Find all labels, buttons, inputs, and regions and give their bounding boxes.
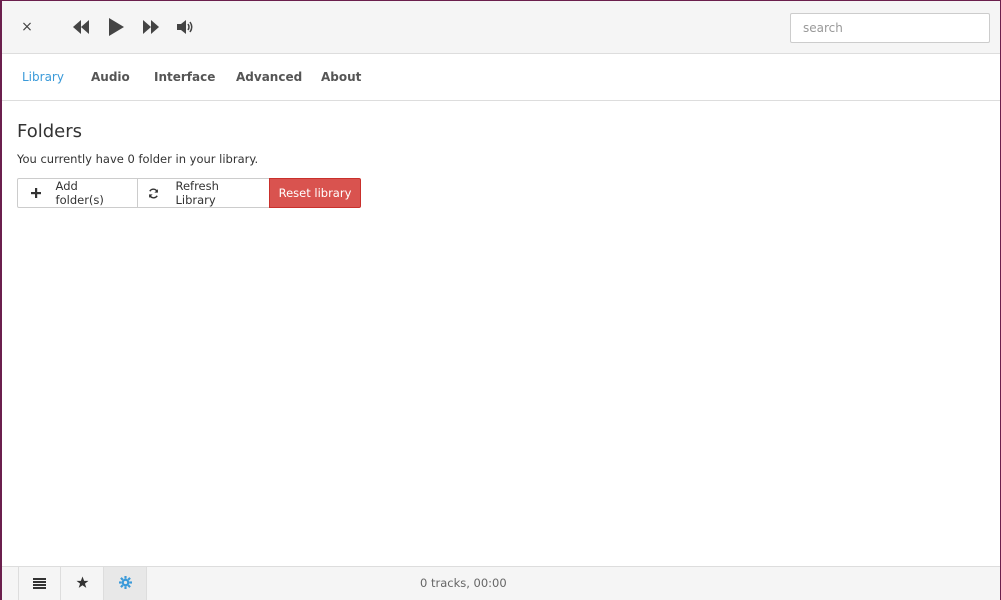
- close-icon[interactable]: ×: [18, 17, 36, 37]
- tab-audio[interactable]: Audio: [91, 70, 130, 84]
- refresh-library-label: Refresh Library: [175, 179, 219, 207]
- refresh-icon: [148, 187, 159, 199]
- footer-tab-favorites[interactable]: [61, 567, 104, 600]
- section-title: Folders: [17, 121, 83, 142]
- tab-interface[interactable]: Interface: [154, 70, 215, 84]
- plus-icon: [30, 187, 42, 199]
- star-icon: [76, 574, 89, 593]
- settings-tabs: Library Audio Interface Advanced About: [2, 54, 1000, 101]
- folder-count-text: You currently have 0 folder in your libr…: [17, 152, 259, 166]
- reset-library-label: Reset library: [278, 186, 352, 200]
- list-icon: [33, 574, 46, 593]
- footer-tab-library[interactable]: [18, 567, 61, 600]
- footer-tab-settings[interactable]: [104, 567, 147, 600]
- library-settings-panel: Folders You currently have 0 folder in y…: [2, 101, 1000, 567]
- add-folder-label: Add folder(s): [55, 179, 104, 207]
- tab-library[interactable]: Library: [22, 70, 64, 84]
- next-icon[interactable]: [140, 17, 162, 37]
- player-header: ×: [2, 1, 1000, 54]
- library-actions: Add folder(s) Refresh Library Reset libr…: [17, 178, 361, 208]
- search-input[interactable]: [790, 13, 990, 43]
- refresh-library-button[interactable]: Refresh Library: [137, 178, 270, 208]
- app-window: × Librar: [0, 0, 1001, 600]
- gear-icon: [118, 574, 132, 593]
- add-folder-button[interactable]: Add folder(s): [17, 178, 138, 208]
- previous-icon[interactable]: [70, 17, 92, 37]
- tab-about[interactable]: About: [321, 70, 361, 84]
- reset-library-button[interactable]: Reset library: [269, 178, 361, 208]
- play-icon[interactable]: [105, 15, 127, 39]
- volume-icon[interactable]: [176, 17, 196, 37]
- footer-bar: 0 tracks, 00:00: [2, 566, 1000, 600]
- track-count-status: 0 tracks, 00:00: [420, 576, 507, 590]
- tab-advanced[interactable]: Advanced: [236, 70, 302, 84]
